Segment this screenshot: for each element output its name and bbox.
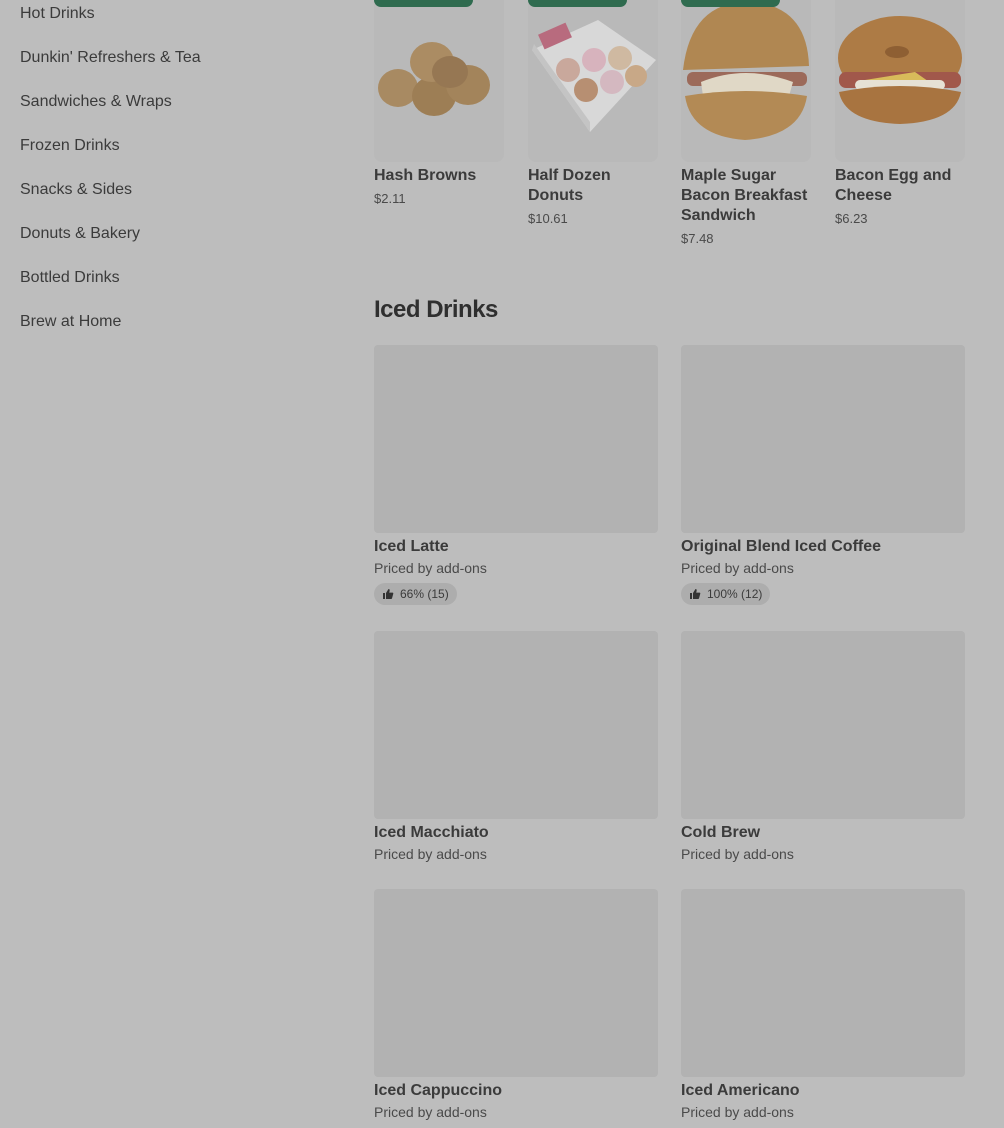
item-name: Maple Sugar Bacon Breakfast Sandwich (681, 167, 808, 224)
item-image (374, 0, 504, 162)
featured-tag (681, 0, 780, 7)
item-name: Cold Brew (681, 824, 761, 841)
item-name: Hash Browns (374, 167, 477, 184)
featured-item-card[interactable]: Hash Browns $2.11 (374, 0, 504, 206)
item-image-placeholder (681, 631, 965, 819)
item-name: Iced Cappuccino (374, 1082, 503, 1099)
sidebar-item-brew-at-home[interactable]: Brew at Home (20, 313, 121, 331)
item-price-note: Priced by add-ons (374, 1104, 487, 1120)
item-price-note: Priced by add-ons (374, 560, 487, 576)
sidebar-item-frozen-drinks[interactable]: Frozen Drinks (20, 137, 120, 155)
featured-tag (374, 0, 473, 7)
item-price-note: Priced by add-ons (681, 560, 794, 576)
item-image-placeholder (374, 631, 658, 819)
item-name: Original Blend Iced Coffee (681, 538, 882, 555)
item-name: Half Dozen Donuts (528, 167, 611, 204)
item-image-placeholder (681, 345, 965, 533)
item-image-placeholder (681, 889, 965, 1077)
featured-item-card[interactable]: Maple Sugar Bacon Breakfast Sandwich $7.… (681, 0, 811, 246)
menu-item-card[interactable]: Original Blend Iced Coffee Priced by add… (681, 345, 965, 605)
item-image-placeholder (374, 345, 658, 533)
item-image (528, 0, 658, 162)
rating-badge: 100% (12) (681, 583, 771, 605)
menu-item-card[interactable]: Iced Macchiato Priced by add-ons (374, 631, 658, 862)
item-price: $7.48 (681, 231, 714, 246)
menu-item-card[interactable]: Iced Latte Priced by add-ons 66% (15) (374, 345, 658, 605)
croissant-sandwich-image (683, 1, 809, 140)
featured-tag (528, 0, 627, 7)
rating-text: 66% (15) (400, 587, 449, 601)
sidebar-item-bottled-drinks[interactable]: Bottled Drinks (20, 269, 120, 287)
item-image (835, 0, 965, 162)
menu-item-card[interactable]: Iced Cappuccino Priced by add-ons (374, 889, 658, 1120)
hash-browns-image (378, 42, 490, 116)
section-title-iced-drinks: Iced Drinks (374, 296, 498, 323)
menu-item-card[interactable]: Cold Brew Priced by add-ons (681, 631, 965, 862)
item-name: Iced Macchiato (374, 824, 489, 841)
thumbs-up-icon (383, 589, 394, 599)
item-price-note: Priced by add-ons (681, 1104, 794, 1120)
item-price: $10.61 (528, 211, 568, 226)
item-name: Bacon Egg and Cheese (835, 167, 952, 204)
item-price-note: Priced by add-ons (374, 846, 487, 862)
sidebar-item-donuts-bakery[interactable]: Donuts & Bakery (20, 225, 140, 243)
item-price-note: Priced by add-ons (681, 846, 794, 862)
rating-text: 100% (12) (707, 587, 763, 601)
item-image (681, 0, 811, 162)
sidebar-item-sandwiches-wraps[interactable]: Sandwiches & Wraps (20, 93, 172, 111)
sidebar-item-snacks-sides[interactable]: Snacks & Sides (20, 181, 132, 199)
thumbs-up-icon (690, 589, 701, 599)
item-price: $6.23 (835, 211, 868, 226)
bagel-sandwich-image (838, 16, 962, 124)
featured-item-card[interactable]: Half Dozen Donuts $10.61 (528, 0, 658, 226)
sidebar-item-hot-drinks[interactable]: Hot Drinks (20, 5, 95, 23)
menu-page: Hot Drinks Dunkin' Refreshers & Tea Sand… (0, 0, 1004, 1128)
sidebar-item-refreshers-tea[interactable]: Dunkin' Refreshers & Tea (20, 49, 201, 67)
donut-box-image (532, 20, 656, 132)
item-image-placeholder (374, 889, 658, 1077)
featured-item-card[interactable]: Bacon Egg and Cheese $6.23 (835, 0, 965, 226)
menu-item-card[interactable]: Iced Americano Priced by add-ons (681, 889, 965, 1120)
item-price: $2.11 (374, 191, 406, 206)
item-name: Iced Americano (681, 1082, 800, 1099)
rating-badge: 66% (15) (374, 583, 457, 605)
item-name: Iced Latte (374, 538, 449, 555)
